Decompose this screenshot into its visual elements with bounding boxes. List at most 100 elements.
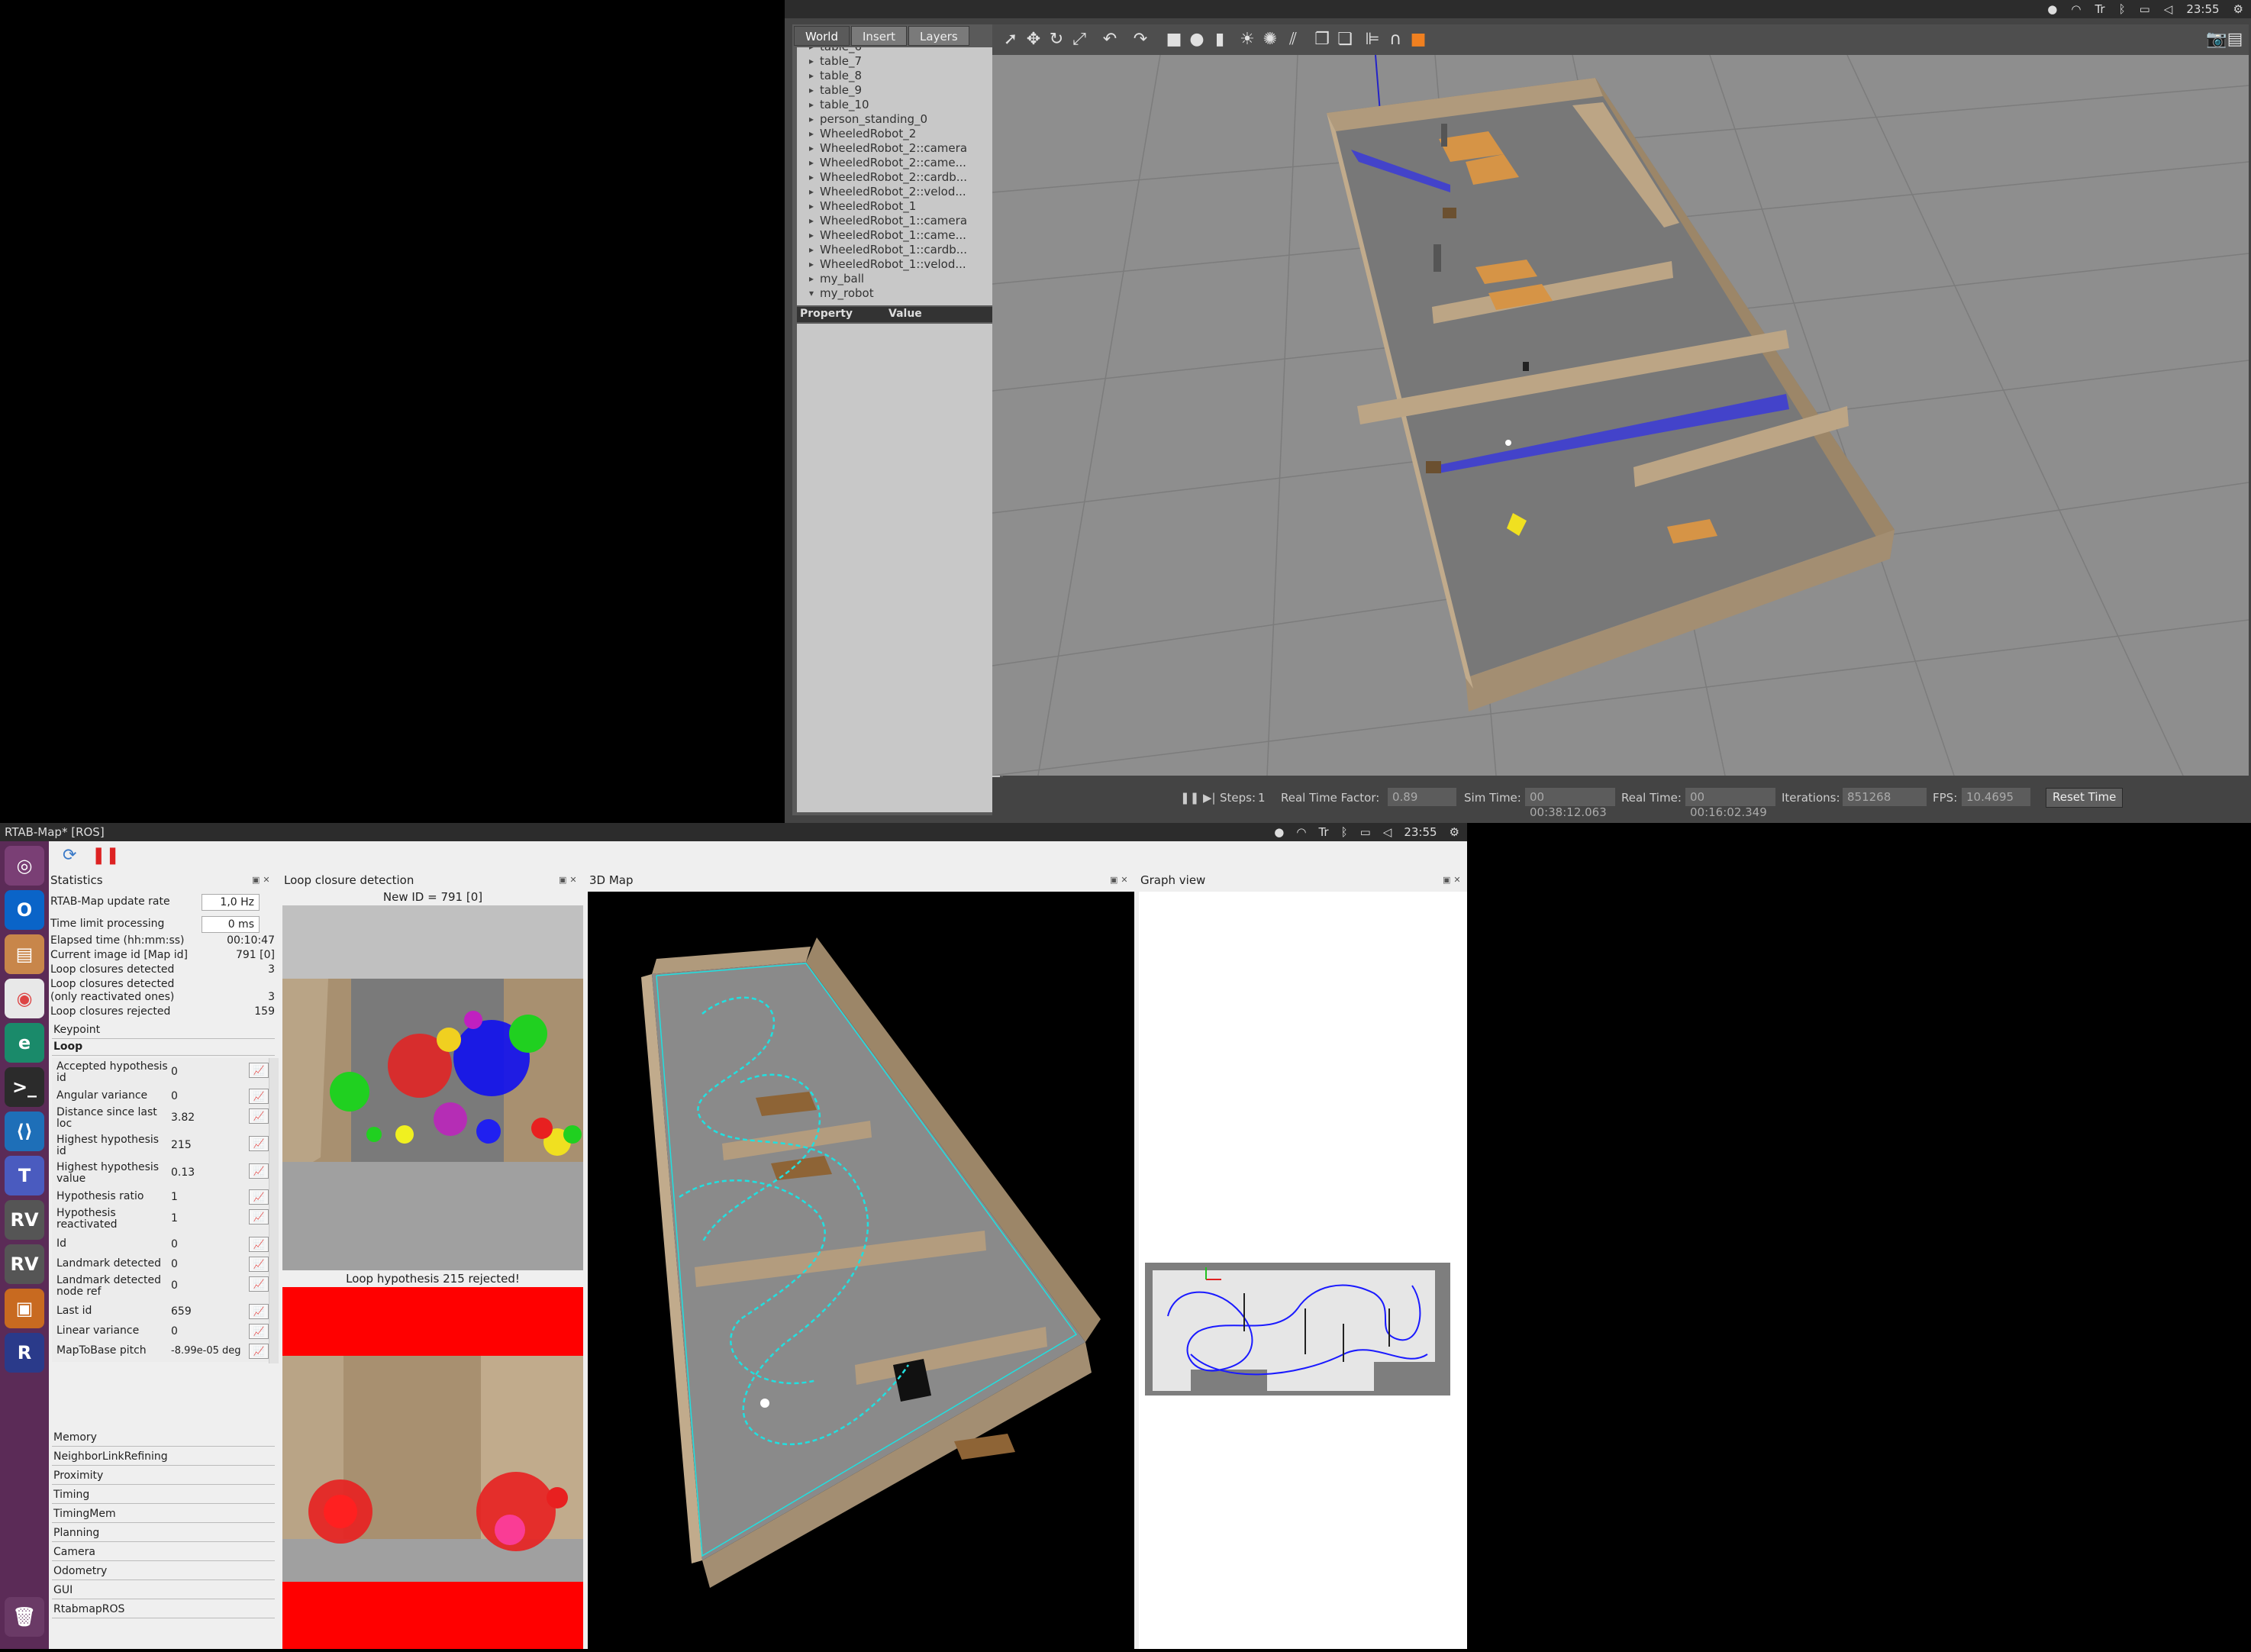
gazebo-app-icon[interactable]: ▣ [5, 1289, 44, 1328]
plot-icon[interactable]: 📈 [249, 1063, 269, 1078]
tree-item[interactable]: WheeledRobot_2::camera [797, 141, 995, 156]
orange-selection-icon[interactable]: ■ [1409, 31, 1427, 49]
wifi-icon[interactable]: ◠ [2071, 2, 2081, 16]
teams-icon[interactable]: ● [1274, 825, 1284, 839]
pause-icon[interactable]: ❚❚ [92, 846, 120, 865]
plot-icon[interactable]: 📈 [249, 1304, 269, 1319]
dock-float-close-icon[interactable]: ▣✕ [1443, 875, 1464, 885]
rotate-icon[interactable]: ↻ [1047, 31, 1066, 49]
spot-light-icon[interactable]: ✺ [1261, 31, 1279, 49]
section-proximity[interactable]: Proximity [52, 1467, 275, 1485]
tree-item[interactable]: table_9 [797, 83, 995, 98]
section-odometry[interactable]: Odometry [52, 1563, 275, 1580]
loop-scrollbar[interactable] [269, 1058, 279, 1363]
dock-float-close-icon[interactable]: ▣✕ [1110, 875, 1131, 885]
plot-icon[interactable]: 📈 [249, 1189, 269, 1205]
rviz-icon[interactable]: RV [5, 1200, 44, 1240]
refresh-icon[interactable]: ⟳ [63, 846, 76, 865]
tree-item[interactable]: table_7 [797, 54, 995, 69]
box-shape-icon[interactable]: ■ [1165, 31, 1183, 49]
screenshot-camera-icon[interactable]: 📷 [2206, 31, 2227, 49]
step-icon[interactable]: ▶| [1203, 791, 1216, 805]
tree-item[interactable]: my_robot [797, 286, 995, 301]
translate-icon[interactable]: ✥ [1024, 31, 1043, 49]
section-planning[interactable]: Planning [52, 1525, 275, 1542]
keyboard-layout-icon[interactable]: Tr [2095, 2, 2104, 16]
tree-item[interactable]: person_standing_0 [797, 112, 995, 127]
section-memory[interactable]: Memory [52, 1429, 275, 1447]
update-rate-spinbox[interactable]: 1,0 Hz [202, 894, 260, 911]
tree-item[interactable]: WheeledRobot_2::came... [797, 156, 995, 170]
align-icon[interactable]: ⊫ [1363, 31, 1382, 49]
paste-icon[interactable]: ❏ [1336, 31, 1354, 49]
tree-item[interactable]: WheeledRobot_1 [797, 199, 995, 214]
plot-icon[interactable]: 📈 [249, 1276, 269, 1292]
section-loop[interactable]: Loop [52, 1038, 275, 1056]
section-neighborlinkrefining[interactable]: NeighborLinkRefining [52, 1448, 275, 1466]
scale-icon[interactable]: ⤢ [1070, 31, 1088, 49]
dock-float-close-icon[interactable]: ▣✕ [252, 875, 273, 885]
graph-view[interactable] [1139, 892, 1467, 1649]
wifi-icon[interactable]: ◠ [1296, 825, 1306, 839]
record-log-icon[interactable]: ▤ [2226, 31, 2244, 49]
tree-item[interactable]: WheeledRobot_1::cardb... [797, 243, 995, 257]
section-gui[interactable]: GUI [52, 1582, 275, 1599]
plot-icon[interactable]: 📈 [249, 1108, 269, 1124]
terminal-icon[interactable]: >_ [5, 1067, 44, 1107]
chrome-icon[interactable]: ◉ [5, 979, 44, 1018]
tree-item[interactable]: table_8 [797, 69, 995, 83]
section-timingmem[interactable]: TimingMem [52, 1505, 275, 1523]
clock[interactable]: 23:55 [1404, 825, 1437, 839]
teams-icon[interactable]: ● [2047, 2, 2057, 16]
settings-gear-icon[interactable]: ⚙ [1450, 825, 1459, 839]
plot-icon[interactable]: 📈 [249, 1237, 269, 1252]
plot-icon[interactable]: 📈 [249, 1324, 269, 1339]
trash-icon[interactable]: 🗑 [5, 1597, 44, 1637]
rviz-icon[interactable]: RV [5, 1244, 44, 1284]
dock-float-close-icon[interactable]: ▣✕ [559, 875, 580, 885]
tree-item[interactable]: table_10 [797, 98, 995, 112]
time-limit-spinbox[interactable]: 0 ms [202, 916, 260, 933]
model-tree[interactable]: table_6 table_7 table_8 table_9 table_10… [797, 47, 995, 305]
battery-icon[interactable]: ▭ [1360, 825, 1371, 839]
teams-app-icon[interactable]: T [5, 1156, 44, 1195]
section-camera[interactable]: Camera [52, 1544, 275, 1561]
plot-icon[interactable]: 📈 [249, 1209, 269, 1224]
clock[interactable]: 23:55 [2186, 2, 2219, 16]
gazebo-3d-viewport[interactable] [992, 55, 2249, 776]
rtabmap-app-icon[interactable]: R [5, 1333, 44, 1373]
tree-item[interactable]: my_ball [797, 272, 995, 286]
cylinder-shape-icon[interactable]: ▮ [1211, 31, 1229, 49]
bluetooth-icon[interactable]: ᛒ [2119, 2, 2126, 16]
tab-insert[interactable]: Insert [851, 26, 908, 46]
settings-gear-icon[interactable]: ⚙ [2233, 2, 2243, 16]
section-keypoint[interactable]: Keypoint [52, 1021, 275, 1039]
keyboard-layout-icon[interactable]: Tr [1318, 825, 1328, 839]
bluetooth-icon[interactable]: ᛒ [1341, 825, 1348, 839]
play-pause-icon[interactable]: ❚❚ [1180, 791, 1199, 805]
section-rtabmapros[interactable]: RtabmapROS [52, 1601, 275, 1618]
ubuntu-dash-icon[interactable]: ◎ [5, 846, 44, 886]
plot-icon[interactable]: 📈 [249, 1089, 269, 1104]
point-light-icon[interactable]: ☀ [1238, 31, 1256, 49]
steps-value[interactable]: 1 [1258, 791, 1266, 805]
plot-icon[interactable]: 📈 [249, 1344, 269, 1359]
snap-icon[interactable]: ∩ [1386, 31, 1404, 49]
edge-dev-icon[interactable]: e [5, 1023, 44, 1063]
reset-time-button[interactable]: Reset Time [2046, 788, 2124, 808]
tree-item[interactable]: WheeledRobot_1::came... [797, 228, 995, 243]
tree-item[interactable]: WheeledRobot_1::camera [797, 214, 995, 228]
tree-item[interactable]: WheeledRobot_2::cardb... [797, 170, 995, 185]
outlook-icon[interactable]: O [5, 890, 44, 930]
select-arrow-icon[interactable]: ➚ [1001, 31, 1020, 49]
tree-item[interactable]: WheeledRobot_2::velod... [797, 185, 995, 199]
files-icon[interactable]: ▤ [5, 934, 44, 974]
section-timing[interactable]: Timing [52, 1486, 275, 1504]
undo-icon[interactable]: ↶ [1101, 31, 1119, 49]
tree-item[interactable]: table_6 [797, 47, 995, 54]
tab-world[interactable]: World [794, 26, 850, 46]
plot-icon[interactable]: 📈 [249, 1163, 269, 1179]
copy-icon[interactable]: ❐ [1313, 31, 1331, 49]
redo-icon[interactable]: ↷ [1131, 31, 1150, 49]
battery-icon[interactable]: ▭ [2140, 2, 2150, 16]
